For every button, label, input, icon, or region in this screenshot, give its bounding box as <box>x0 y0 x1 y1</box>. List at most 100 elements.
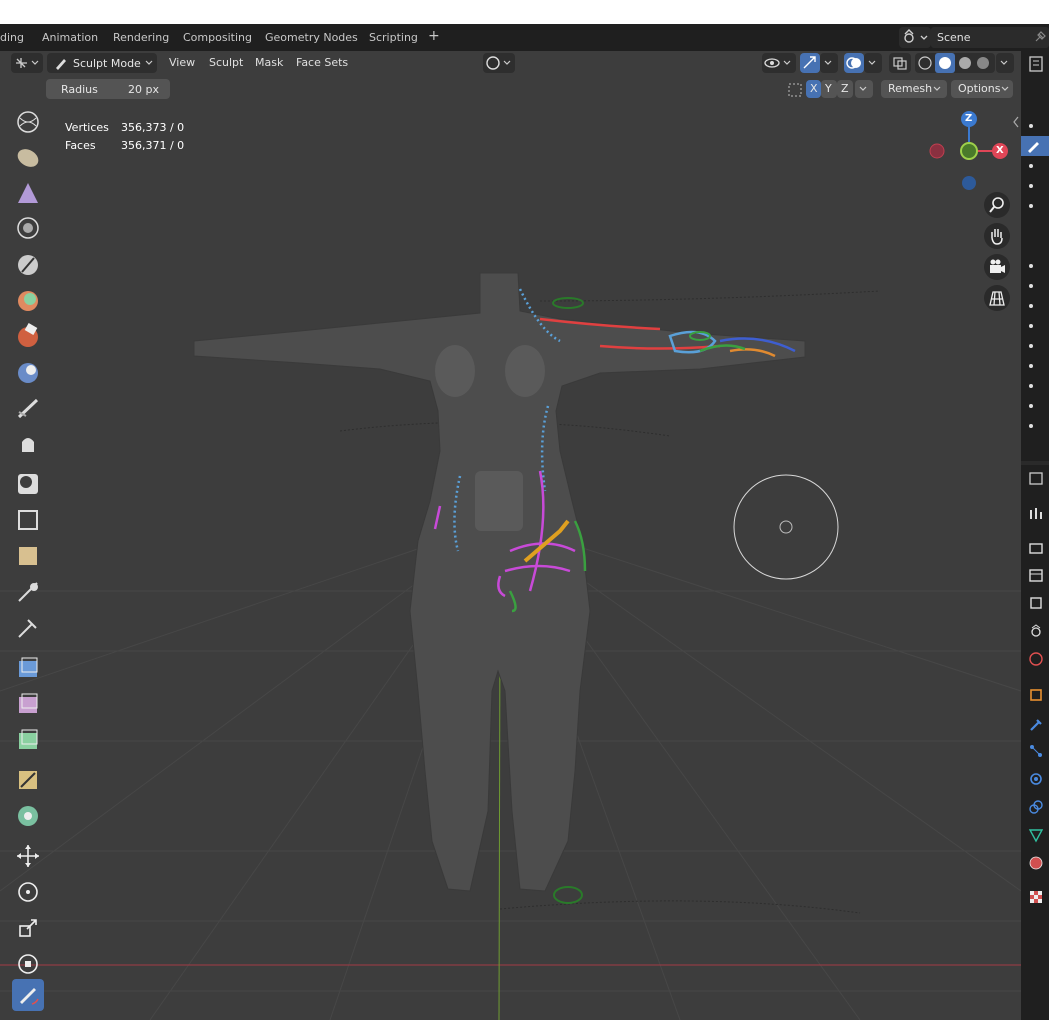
crease-icon <box>18 255 38 275</box>
pin-icon[interactable] <box>1033 30 1047 44</box>
tool-pinch[interactable] <box>12 428 44 460</box>
symmetry-y-button[interactable]: Y <box>821 80 837 98</box>
xray-toggle-button[interactable] <box>889 53 911 73</box>
tool-blob[interactable] <box>12 212 44 244</box>
options-dropdown[interactable]: Options <box>951 80 1013 98</box>
scene-name[interactable]: Scene <box>937 31 971 44</box>
symmetry-z-button[interactable]: Z <box>837 80 853 98</box>
gizmo-neg-x-handle[interactable] <box>929 143 945 159</box>
radius-field[interactable]: Radius 20 px <box>46 79 170 99</box>
viewport-scene[interactable] <box>0 51 1021 1020</box>
constraints-icon[interactable] <box>1028 799 1044 815</box>
tool-smooth[interactable] <box>12 284 44 316</box>
perspective-toggle-button[interactable] <box>984 285 1010 311</box>
workspace-bar: ding Animation Rendering Compositing Geo… <box>0 24 1049 51</box>
tool-face-set[interactable] <box>12 612 44 644</box>
tab-rendering[interactable]: Rendering <box>113 31 169 44</box>
area-divider[interactable] <box>1021 461 1049 465</box>
tool-lasso-face-set[interactable] <box>12 688 44 720</box>
shading-options-button[interactable] <box>996 53 1014 73</box>
pinch-icon <box>22 438 34 452</box>
tool-box-mask[interactable] <box>12 504 44 536</box>
tool-box-face-set[interactable] <box>12 652 44 684</box>
object-interaction-button[interactable] <box>483 53 515 73</box>
menu-mask[interactable]: Mask <box>255 56 283 69</box>
output-icon[interactable] <box>1028 567 1044 583</box>
scene-icon[interactable] <box>1028 623 1044 639</box>
outliner-dot <box>1029 384 1033 388</box>
tool-rotate[interactable] <box>12 876 44 908</box>
tab-geometry-nodes[interactable]: Geometry Nodes <box>265 31 358 44</box>
object-icon[interactable] <box>1028 687 1044 703</box>
add-workspace-button[interactable]: + <box>428 28 440 44</box>
radius-label: Radius <box>61 83 98 96</box>
modifier-icon[interactable] <box>1028 717 1044 733</box>
mode-selector[interactable]: Sculpt Mode <box>47 53 157 73</box>
texture-icon[interactable] <box>1028 889 1044 905</box>
zoom-button[interactable] <box>984 192 1010 218</box>
tool-mesh-filter[interactable] <box>12 800 44 832</box>
tool-move[interactable] <box>12 840 44 872</box>
tool-lasso-mask[interactable] <box>12 540 44 572</box>
visibility-button[interactable] <box>762 53 796 73</box>
outliner-dot <box>1029 344 1033 348</box>
blob-icon <box>17 217 39 239</box>
gizmo-neg-z-handle[interactable] <box>962 176 976 190</box>
tool-scale[interactable] <box>12 912 44 944</box>
outliner-dot <box>1029 204 1033 208</box>
menu-view[interactable]: View <box>169 56 195 69</box>
gizmo-options-button[interactable] <box>820 53 838 73</box>
render-icon[interactable] <box>1028 539 1044 555</box>
gizmo-y-handle[interactable] <box>960 142 978 160</box>
tool-mask[interactable] <box>12 468 44 500</box>
view-layer-icon[interactable] <box>1028 595 1044 611</box>
3d-viewport[interactable]: Z X Sculpt Mode View Sculpt Mask Face Se… <box>0 51 1021 1020</box>
gizmo-toggle-button[interactable] <box>800 53 820 73</box>
outliner-icon[interactable] <box>1021 51 1049 81</box>
tool-line-mask[interactable] <box>12 576 44 608</box>
tab-shading[interactable]: ding <box>0 31 24 44</box>
world-icon[interactable] <box>1028 651 1044 667</box>
camera-view-button[interactable] <box>984 254 1010 280</box>
tool-crease[interactable] <box>12 248 44 280</box>
box-mask-icon <box>18 510 38 530</box>
editor-type-button[interactable] <box>11 53 43 73</box>
tool-transform[interactable] <box>12 948 44 980</box>
tool-draw[interactable] <box>12 106 44 138</box>
pan-button[interactable] <box>984 223 1010 249</box>
scene-browse-button[interactable] <box>899 27 931 48</box>
mask-icon <box>18 474 38 494</box>
tool-annotate-face[interactable] <box>12 764 44 796</box>
tool-trim[interactable] <box>12 724 44 756</box>
menu-face-sets[interactable]: Face Sets <box>296 56 348 69</box>
particles-icon[interactable] <box>1028 743 1044 759</box>
scrape-icon <box>17 398 39 419</box>
properties-editor-icon[interactable] <box>1021 469 1049 489</box>
overlay-options-button[interactable] <box>864 53 882 73</box>
symmetry-x-button[interactable]: X <box>806 80 821 98</box>
tool-inflate[interactable] <box>12 178 44 210</box>
tool-annotate[interactable] <box>12 979 44 1011</box>
box-face-set-icon <box>19 657 38 677</box>
scene-icon <box>904 29 928 43</box>
scene-selector[interactable]: Scene <box>899 27 1049 48</box>
shading-buttons[interactable] <box>915 53 995 73</box>
remesh-dropdown[interactable]: Remesh <box>881 80 947 98</box>
tab-scripting[interactable]: Scripting <box>369 31 418 44</box>
tool-scrape[interactable] <box>12 392 44 424</box>
menu-sculpt[interactable]: Sculpt <box>209 56 243 69</box>
tab-compositing[interactable]: Compositing <box>183 31 252 44</box>
material-icon[interactable] <box>1028 855 1044 871</box>
tool-icon[interactable] <box>1028 505 1044 521</box>
tool-flatten[interactable] <box>12 320 44 352</box>
sidebar-toggle-icon[interactable] <box>1011 115 1021 129</box>
physics-icon[interactable] <box>1028 771 1044 787</box>
tab-animation[interactable]: Animation <box>42 31 98 44</box>
tool-clay-strips[interactable] <box>12 142 44 174</box>
symmetry-options-button[interactable] <box>855 80 873 98</box>
selected-row-highlight[interactable] <box>1021 136 1049 156</box>
rotate-icon <box>18 882 38 902</box>
tool-fill[interactable] <box>12 356 44 388</box>
data-icon[interactable] <box>1028 827 1044 843</box>
overlay-toggle-button[interactable] <box>844 53 864 73</box>
